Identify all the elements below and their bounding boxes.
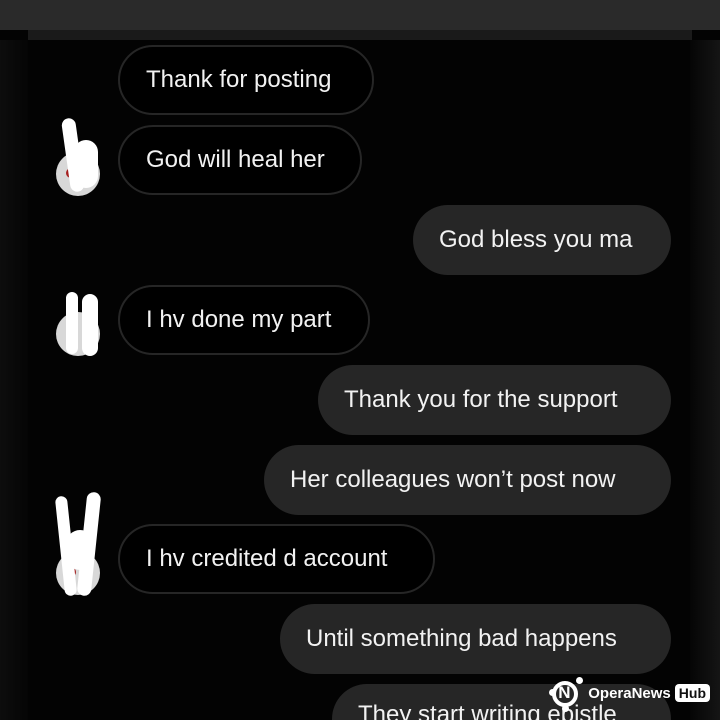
left-edge <box>0 40 28 720</box>
redaction-scribble <box>66 292 78 354</box>
message-bubble-received[interactable]: God will heal her <box>118 125 362 195</box>
redaction-scribble <box>66 530 94 570</box>
watermark-badge: Hub <box>674 684 710 702</box>
top-bar <box>0 0 720 30</box>
message-bubble-sent[interactable]: Until something bad happens <box>280 604 671 674</box>
chat-screen: Thank for posting God will heal her God … <box>0 0 720 720</box>
message-text: Her colleagues won’t post now <box>290 466 616 493</box>
watermark-brand: OperaNews <box>588 684 671 702</box>
message-bubble-received[interactable]: I hv done my part <box>118 285 370 355</box>
message-text: I hv done my part <box>146 306 332 333</box>
message-text: God will heal her <box>146 146 325 173</box>
top-bar-edge <box>28 30 692 40</box>
message-bubble-received[interactable]: Thank for posting <box>118 45 374 115</box>
message-text: Until something bad happens <box>306 625 617 652</box>
opera-news-logo-icon: N <box>548 675 584 712</box>
message-bubble-sent[interactable]: Her colleagues won’t post now <box>264 445 671 515</box>
message-text: God bless you ma <box>439 226 633 253</box>
message-text: I hv credited d account <box>146 545 388 572</box>
watermark: N OperaNews Hub <box>548 677 710 712</box>
right-edge <box>690 40 720 720</box>
redaction-scribble <box>82 294 98 356</box>
message-text: Thank you for the support <box>344 386 618 413</box>
message-bubble-sent[interactable]: Thank you for the support <box>318 365 671 435</box>
redaction-scribble <box>74 140 98 188</box>
message-bubble-sent[interactable]: God bless you ma <box>413 205 671 275</box>
message-text: Thank for posting <box>146 66 332 93</box>
message-bubble-received[interactable]: I hv credited d account <box>118 524 435 594</box>
